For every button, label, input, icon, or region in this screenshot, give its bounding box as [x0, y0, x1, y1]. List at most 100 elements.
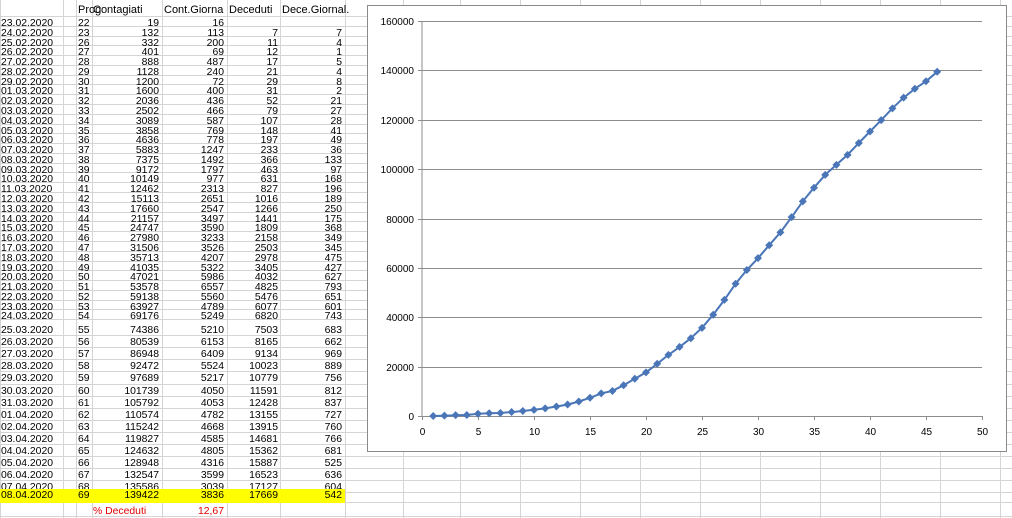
cell-deceduti[interactable]: 15362: [229, 446, 278, 457]
cell-dece-giornal[interactable]: 662: [282, 337, 342, 348]
cell-cont-giorna[interactable]: 5210: [164, 325, 224, 336]
cell-contagiati[interactable]: 128948: [93, 458, 159, 469]
cell-cont-giorna[interactable]: 5524: [164, 361, 224, 372]
cell-cont-giorna[interactable]: 6409: [164, 349, 224, 360]
cell-date[interactable]: 24.03.2020: [1, 311, 61, 322]
cell-contagiati[interactable]: 86948: [93, 349, 159, 360]
cell-date[interactable]: 26.03.2020: [1, 337, 61, 348]
cell-contagiati[interactable]: 92472: [93, 361, 159, 372]
cell-dece-giornal[interactable]: 743: [282, 311, 342, 322]
cell-prog[interactable]: 63: [78, 422, 92, 433]
header-deceduti[interactable]: Deceduti: [229, 5, 272, 16]
data-point-marker[interactable]: [586, 393, 594, 402]
cell-cont-giorna[interactable]: 3836: [164, 490, 224, 501]
cell-date[interactable]: 08.04.2020: [1, 490, 61, 501]
cell-prog[interactable]: 56: [78, 337, 92, 348]
cell-cont-giorna[interactable]: 4316: [164, 458, 224, 469]
cell-cont-giorna[interactable]: 4053: [164, 398, 224, 409]
cell-deceduti[interactable]: 11591: [229, 386, 278, 397]
cell-contagiati[interactable]: 139422: [93, 490, 159, 501]
cell-prog[interactable]: 61: [78, 398, 92, 409]
data-point-marker[interactable]: [608, 386, 617, 395]
cell-cont-giorna[interactable]: 4668: [164, 422, 224, 433]
cell-contagiati[interactable]: 74386: [93, 325, 159, 336]
cell-prog[interactable]: 69: [78, 490, 92, 501]
data-point-marker[interactable]: [530, 405, 538, 414]
cell-contagiati[interactable]: 132547: [93, 470, 159, 481]
cell-deceduti[interactable]: 8165: [229, 337, 278, 348]
cell-contagiati[interactable]: 115242: [93, 422, 159, 433]
cell-deceduti[interactable]: 15887: [229, 458, 278, 469]
data-point-marker[interactable]: [541, 404, 550, 413]
cell-prog[interactable]: 58: [78, 361, 92, 372]
cell-date[interactable]: 02.04.2020: [1, 422, 61, 433]
cell-date[interactable]: 27.03.2020: [1, 349, 61, 360]
cell-contagiati[interactable]: 101739: [93, 386, 159, 397]
cell-dece-giornal[interactable]: 542: [282, 490, 342, 501]
cell-deceduti[interactable]: 10023: [229, 361, 278, 372]
cell-prog[interactable]: 54: [78, 311, 92, 322]
cell-dece-giornal[interactable]: 889: [282, 361, 342, 372]
footer-label[interactable]: % Deceduti: [93, 506, 146, 517]
data-point-marker[interactable]: [597, 389, 606, 398]
cell-prog[interactable]: 60: [78, 386, 92, 397]
cell-date[interactable]: 01.04.2020: [1, 410, 61, 421]
cell-deceduti[interactable]: 9134: [229, 349, 278, 360]
cell-prog[interactable]: 67: [78, 470, 92, 481]
cell-dece-giornal[interactable]: 812: [282, 386, 342, 397]
data-point-marker[interactable]: [496, 409, 505, 418]
cell-prog[interactable]: 59: [78, 373, 92, 384]
cell-deceduti[interactable]: 7503: [229, 325, 278, 336]
cell-prog[interactable]: 62: [78, 410, 92, 421]
data-point-marker[interactable]: [429, 411, 438, 420]
cell-deceduti[interactable]: 12428: [229, 398, 278, 409]
cell-dece-giornal[interactable]: 760: [282, 422, 342, 433]
cell-dece-giornal[interactable]: 636: [282, 470, 342, 481]
cell-dece-giornal[interactable]: 837: [282, 398, 342, 409]
cell-cont-giorna[interactable]: 4782: [164, 410, 224, 421]
data-point-marker[interactable]: [563, 400, 572, 409]
cell-cont-giorna[interactable]: 5249: [164, 311, 224, 322]
data-point-marker[interactable]: [552, 402, 561, 411]
cell-dece-giornal[interactable]: 525: [282, 458, 342, 469]
cell-contagiati[interactable]: 80539: [93, 337, 159, 348]
cell-contagiati[interactable]: 97689: [93, 373, 159, 384]
data-point-marker[interactable]: [507, 408, 516, 417]
cell-dece-giornal[interactable]: 683: [282, 325, 342, 336]
cell-prog[interactable]: 57: [78, 349, 92, 360]
cell-date[interactable]: 05.04.2020: [1, 458, 61, 469]
header-contagiati[interactable]: Contagiati: [93, 5, 143, 16]
data-point-marker[interactable]: [462, 411, 471, 420]
cell-dece-giornal[interactable]: 766: [282, 434, 342, 445]
cell-date[interactable]: 30.03.2020: [1, 386, 61, 397]
cell-dece-giornal[interactable]: 681: [282, 446, 342, 457]
header-cont-giorna[interactable]: Cont.Giorna: [164, 5, 227, 16]
cell-deceduti[interactable]: 16523: [229, 470, 278, 481]
cell-date[interactable]: 29.03.2020: [1, 373, 61, 384]
line-chart[interactable]: 0 20000 40000 60000 80000 100000 120000 140000 1…: [367, 5, 1007, 452]
cell-dece-giornal[interactable]: 969: [282, 349, 342, 360]
data-point-marker[interactable]: [518, 406, 527, 415]
cell-deceduti[interactable]: 13155: [229, 410, 278, 421]
cell-contagiati[interactable]: 119827: [93, 434, 159, 445]
data-point-marker[interactable]: [574, 397, 583, 406]
cell-date[interactable]: 31.03.2020: [1, 398, 61, 409]
cell-prog[interactable]: 66: [78, 458, 92, 469]
cell-contagiati[interactable]: 69176: [93, 311, 159, 322]
cell-deceduti[interactable]: 13915: [229, 422, 278, 433]
cell-cont-giorna[interactable]: 4585: [164, 434, 224, 445]
header-dece-giornal[interactable]: Dece.Giornal.: [282, 5, 349, 16]
cell-deceduti[interactable]: 14681: [229, 434, 278, 445]
data-point-marker[interactable]: [451, 411, 460, 420]
cell-prog[interactable]: 64: [78, 434, 92, 445]
cell-deceduti[interactable]: 17669: [229, 490, 278, 501]
cell-cont-giorna[interactable]: 6153: [164, 337, 224, 348]
cell-date[interactable]: 25.03.2020: [1, 325, 61, 336]
cell-deceduti[interactable]: 6820: [229, 311, 278, 322]
cell-prog[interactable]: 55: [78, 325, 92, 336]
cell-cont-giorna[interactable]: 5217: [164, 373, 224, 384]
series-line[interactable]: [433, 71, 938, 417]
cell-prog[interactable]: 65: [78, 446, 92, 457]
data-point-marker[interactable]: [440, 411, 449, 420]
cell-date[interactable]: 28.03.2020: [1, 361, 61, 372]
